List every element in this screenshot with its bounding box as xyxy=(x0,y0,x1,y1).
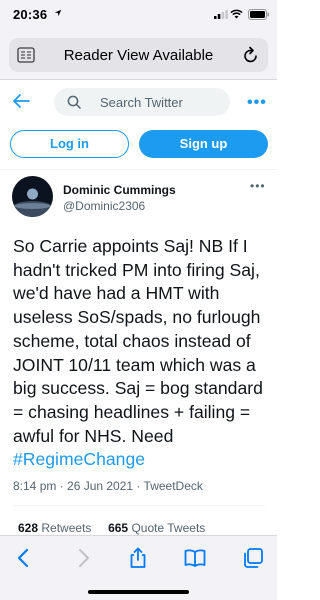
more-options-button[interactable]: ••• xyxy=(247,94,267,112)
safari-forward-icon[interactable] xyxy=(71,546,95,570)
search-placeholder: Search Twitter xyxy=(100,95,183,110)
author-name[interactable]: Dominic Cummings xyxy=(63,183,176,197)
address-bar[interactable]: Reader View Available xyxy=(9,38,268,72)
browser-toolbar-top: Reader View Available xyxy=(0,30,277,80)
divider xyxy=(0,169,277,170)
tweet-body: So Carrie appoints Saj! NB If I hadn't t… xyxy=(13,236,263,446)
login-button[interactable]: Log in xyxy=(10,130,129,158)
battery-icon xyxy=(248,9,269,20)
hashtag-link[interactable]: #RegimeChange xyxy=(13,449,145,469)
quote-tweets-label: Quote Tweets xyxy=(131,521,206,535)
wifi-icon xyxy=(230,9,243,19)
signup-button[interactable]: Sign up xyxy=(139,130,268,158)
tweet-text: So Carrie appoints Saj! NB If I hadn't t… xyxy=(13,235,273,472)
author-handle[interactable]: @Dominic2306 xyxy=(63,199,145,213)
address-text[interactable]: Reader View Available xyxy=(39,47,238,64)
back-arrow-icon[interactable] xyxy=(12,93,30,109)
retweets-stat[interactable]: 628 Retweets xyxy=(18,521,91,535)
tabs-icon[interactable] xyxy=(241,546,265,570)
tweet-more-button[interactable]: ••• xyxy=(250,179,266,193)
retweets-count: 628 xyxy=(18,521,39,535)
share-icon[interactable] xyxy=(126,546,150,570)
tweet-timestamp[interactable]: 8:14 pm · 26 Jun 2021 · TweetDeck xyxy=(13,479,203,493)
reader-view-icon[interactable] xyxy=(17,47,35,63)
location-arrow-icon xyxy=(54,9,62,17)
search-input[interactable]: Search Twitter xyxy=(54,88,230,116)
status-time: 20:36 xyxy=(13,7,48,22)
twitter-header: Search Twitter ••• xyxy=(0,81,277,123)
quote-tweets-stat[interactable]: 665 Quote Tweets xyxy=(108,521,205,535)
tweet-stats: 628 Retweets 665 Quote Tweets xyxy=(18,521,205,535)
reload-icon[interactable] xyxy=(243,46,259,64)
signal-icon xyxy=(214,10,228,19)
status-bar: 20:36 xyxy=(0,0,277,30)
avatar[interactable] xyxy=(12,176,53,217)
retweets-label: Retweets xyxy=(41,521,92,535)
home-indicator xyxy=(88,590,189,594)
bookmarks-icon[interactable] xyxy=(183,546,207,570)
auth-buttons: Log in Sign up xyxy=(0,130,277,160)
quote-tweets-count: 665 xyxy=(108,521,129,535)
search-icon xyxy=(67,95,81,109)
divider xyxy=(13,505,265,506)
safari-back-icon[interactable] xyxy=(12,546,36,570)
